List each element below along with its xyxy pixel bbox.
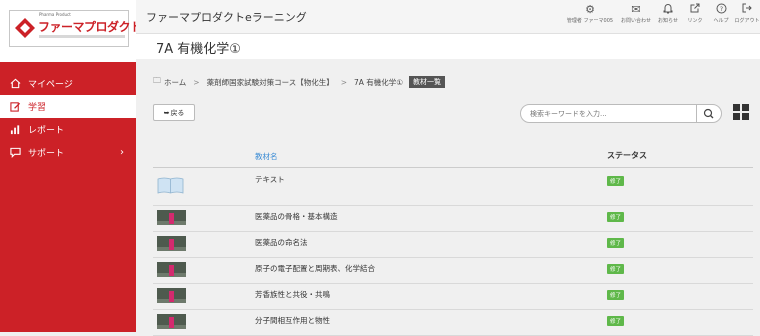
status-badge: 修了 — [607, 212, 625, 222]
search-input[interactable] — [530, 107, 690, 120]
header-actions: ⚙ 管理者 ファーマ005 ✉ お問い合わせ お知らせ リンク ? ヘルプ ログ… — [562, 3, 760, 24]
top-bar: ファーマプロダクトeラーニング ⚙ 管理者 ファーマ005 ✉ お問い合わせ お… — [136, 0, 760, 34]
logo-tagline: Pharma Product — [39, 12, 71, 17]
sidebar: Pharma Product ファーマプロダクト マイページ 学習 レポート サ… — [0, 0, 142, 332]
search-button[interactable] — [696, 104, 721, 123]
video-thumbnail — [157, 314, 186, 329]
materials-table: 教材名 ステータス テキスト 修了 医薬品の骨格・基本構造 修了 医薬品の命名法… — [153, 145, 753, 336]
links-button[interactable]: リンク — [682, 3, 708, 24]
logo-area: Pharma Product ファーマプロダクト — [0, 0, 142, 62]
logout-icon — [742, 3, 752, 17]
column-header-status: ステータス — [607, 151, 647, 160]
sidebar-nav: マイページ 学習 レポート サポート › — [0, 72, 136, 164]
status-badge: 修了 — [607, 316, 625, 326]
bar-chart-icon — [10, 125, 20, 135]
help-button[interactable]: ? ヘルプ — [708, 3, 734, 24]
column-header-name[interactable]: 教材名 — [255, 151, 278, 162]
status-badge: 修了 — [607, 290, 625, 300]
logout-button[interactable]: ログアウト — [734, 3, 760, 24]
breadcrumb-course[interactable]: 薬剤師国家試験対策コース【物化生】 — [207, 77, 334, 88]
grid-view-icon[interactable] — [733, 104, 750, 121]
gear-icon: ⚙ — [585, 3, 595, 16]
svg-text:?: ? — [719, 6, 722, 13]
logo-subline — [39, 35, 125, 38]
back-arrow-icon: ➥ — [163, 108, 170, 117]
page-title: 7A 有機化学① — [156, 42, 241, 57]
contact-label: お問い合わせ — [620, 18, 651, 24]
video-thumbnail — [157, 262, 186, 277]
sidebar-item-label: レポート — [28, 126, 65, 136]
logo-mark-icon — [15, 18, 35, 38]
table-row[interactable]: テキスト 修了 — [153, 168, 753, 206]
external-link-icon — [690, 3, 700, 17]
video-thumbnail — [157, 288, 186, 303]
sidebar-item-study[interactable]: 学習 — [0, 95, 136, 118]
video-thumbnail — [157, 236, 186, 251]
links-label: リンク — [687, 18, 703, 24]
breadcrumb-separator: > — [340, 77, 347, 87]
account-label: 管理者 ファーマ005 — [566, 18, 614, 24]
table-row[interactable]: 医薬品の骨格・基本構造 修了 — [153, 206, 753, 232]
home-icon — [10, 78, 21, 89]
video-thumbnail — [157, 210, 186, 225]
search-icon — [703, 108, 714, 119]
material-name[interactable]: 分子間相互作用と物性 — [255, 315, 330, 326]
contact-button[interactable]: ✉ お問い合わせ — [618, 3, 654, 24]
back-button[interactable]: ➥ 戻る — [153, 104, 195, 121]
breadcrumb-separator: > — [193, 77, 200, 87]
mail-icon: ✉ — [631, 3, 641, 16]
sidebar-item-label: 学習 — [28, 103, 47, 113]
status-badge: 修了 — [607, 176, 625, 186]
sidebar-item-support[interactable]: サポート › — [0, 141, 136, 164]
page-header: 7A 有機化学① — [136, 34, 760, 59]
notifications-label: お知らせ — [658, 18, 678, 24]
chat-icon — [10, 147, 21, 158]
chevron-right-icon: › — [120, 147, 124, 158]
sidebar-item-mypage[interactable]: マイページ — [0, 72, 136, 95]
edit-icon — [10, 102, 21, 112]
bell-icon — [663, 3, 673, 17]
material-name[interactable]: テキスト — [255, 174, 285, 185]
search-box — [520, 104, 722, 123]
table-row[interactable]: 分子間相互作用と物性 修了 — [153, 310, 753, 336]
folder-icon: 🗀 — [153, 76, 161, 85]
sidebar-item-label: マイページ — [28, 80, 73, 90]
sidebar-item-report[interactable]: レポート — [0, 118, 136, 141]
breadcrumb-home[interactable]: ホーム — [164, 77, 186, 88]
material-name[interactable]: 医薬品の命名法 — [255, 237, 308, 248]
help-label: ヘルプ — [713, 18, 729, 24]
logout-label: ログアウト — [734, 18, 760, 24]
back-button-label: 戻る — [170, 108, 185, 117]
account-button[interactable]: ⚙ 管理者 ファーマ005 — [562, 3, 618, 24]
material-name[interactable]: 原子の電子配置と周期表、化学結合 — [255, 263, 375, 274]
logo-text: ファーマプロダクト — [38, 20, 142, 34]
material-name[interactable]: 芳香族性と共役・共鳴 — [255, 289, 330, 300]
book-icon — [157, 177, 184, 194]
table-row[interactable]: 医薬品の命名法 修了 — [153, 232, 753, 258]
material-name[interactable]: 医薬品の骨格・基本構造 — [255, 211, 338, 222]
breadcrumb-badge: 教材一覧 — [409, 76, 446, 88]
status-badge: 修了 — [607, 238, 625, 248]
main-content: 🗀 ホーム > 薬剤師国家試験対策コース【物化生】 > 7A 有機化学① 教材一… — [136, 59, 760, 336]
table-row[interactable]: 原子の電子配置と周期表、化学結合 修了 — [153, 258, 753, 284]
app-title: ファーマプロダクトeラーニング — [146, 11, 307, 24]
breadcrumb: 🗀 ホーム > 薬剤師国家試験対策コース【物化生】 > 7A 有機化学① 教材一… — [153, 75, 446, 89]
table-header: 教材名 ステータス — [153, 145, 753, 168]
table-row[interactable]: 芳香族性と共役・共鳴 修了 — [153, 284, 753, 310]
notifications-button[interactable]: お知らせ — [654, 3, 682, 24]
breadcrumb-current: 7A 有機化学① — [354, 77, 404, 87]
sidebar-item-label: サポート — [28, 149, 65, 159]
status-badge: 修了 — [607, 264, 625, 274]
help-icon: ? — [716, 3, 727, 17]
logo[interactable]: Pharma Product ファーマプロダクト — [9, 10, 142, 47]
